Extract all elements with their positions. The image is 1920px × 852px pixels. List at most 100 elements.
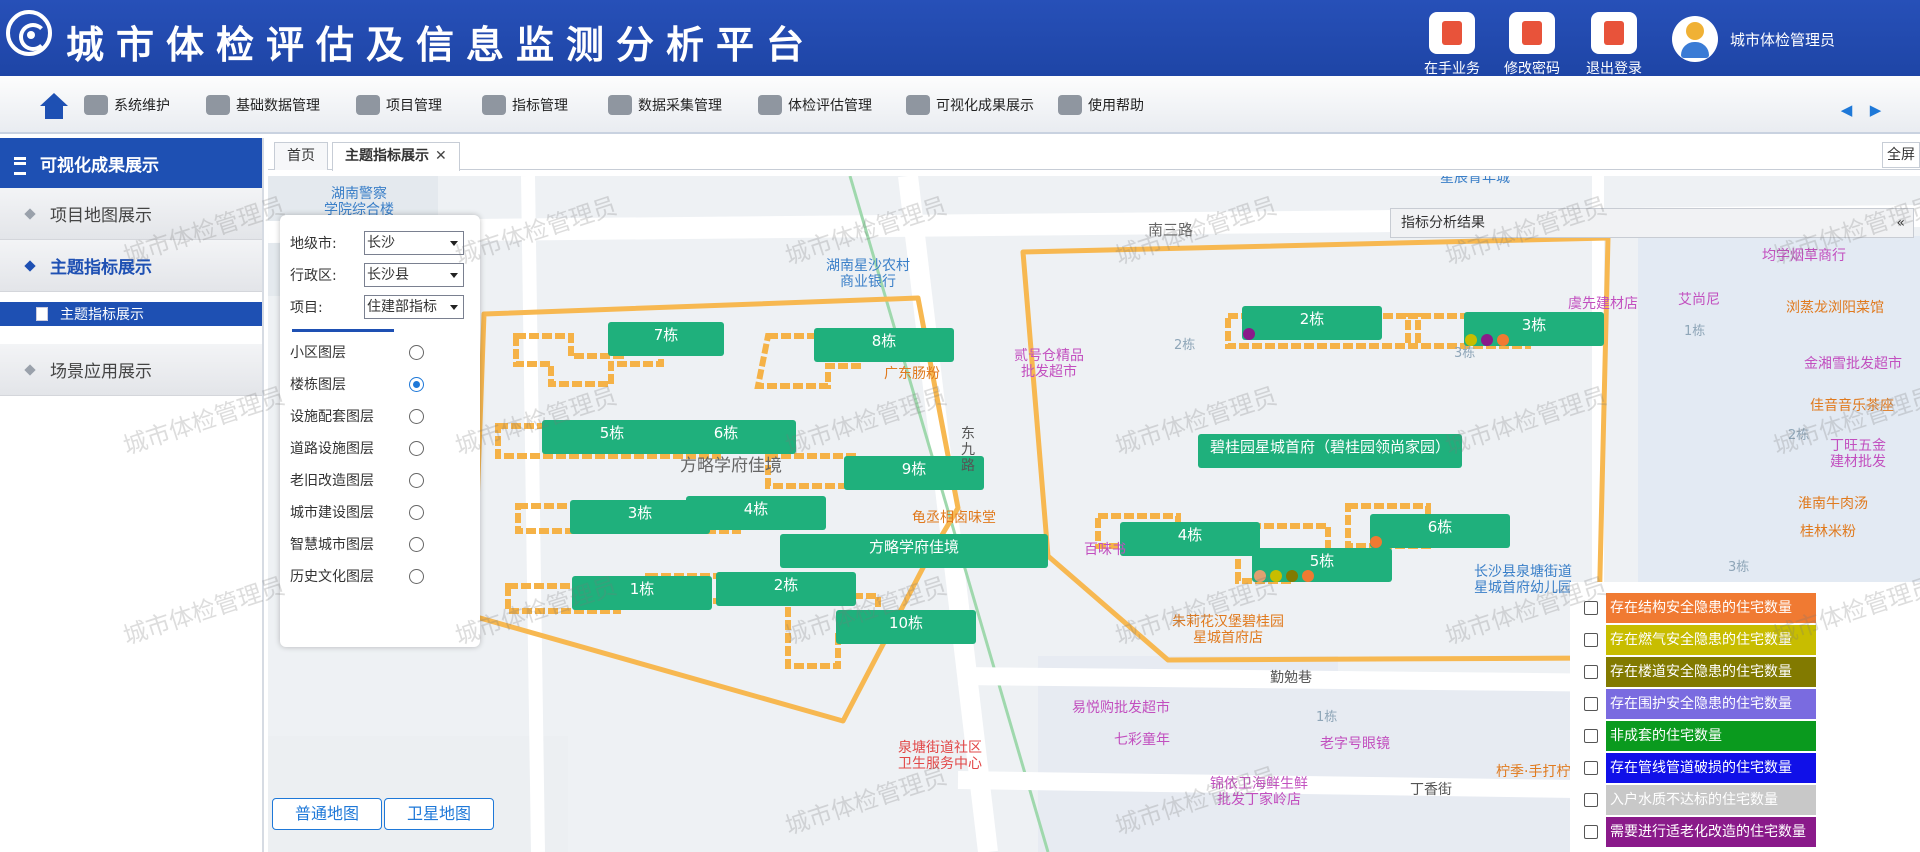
indicator-item[interactable]: 存在结构安全隐患的住宅数量	[1570, 592, 1920, 624]
indicator-marker[interactable]	[1286, 570, 1298, 582]
radio-button[interactable]	[409, 344, 424, 360]
nav-help[interactable]: 使用帮助	[1058, 76, 1144, 134]
checkbox[interactable]	[1584, 665, 1598, 679]
nav-visualization[interactable]: 可视化成果展示	[906, 76, 1034, 134]
indicator-marker[interactable]	[1465, 334, 1477, 346]
indicator-marker[interactable]	[1497, 334, 1509, 346]
tab-home[interactable]: 首页	[274, 142, 328, 170]
nav-basic-data[interactable]: 基础数据管理	[206, 76, 320, 134]
checkbox[interactable]	[1584, 729, 1598, 743]
logout-icon	[1591, 12, 1637, 54]
building-label[interactable]: 4栋	[686, 496, 826, 530]
checkbox[interactable]	[1584, 601, 1598, 615]
building-label[interactable]: 6栋	[1370, 514, 1510, 548]
nav-data-collection[interactable]: 数据采集管理	[608, 76, 722, 134]
indicator-item[interactable]: 需要进行适老化改造的住宅数量	[1570, 816, 1920, 848]
nav-assessment[interactable]: 体检评估管理	[758, 76, 872, 134]
logout-button[interactable]: 退出登录	[1578, 12, 1650, 78]
building-label[interactable]: 10栋	[836, 610, 976, 644]
indicator-item[interactable]: 存在管线管道破损的住宅数量	[1570, 752, 1920, 784]
building-label[interactable]: 7栋	[608, 322, 724, 356]
checkbox[interactable]	[1584, 825, 1598, 839]
home-icon[interactable]	[40, 93, 68, 119]
poi-label: 湖南星沙农村 商业银行	[826, 258, 910, 290]
fullscreen-button[interactable]: 全屏	[1882, 142, 1920, 168]
building-label[interactable]: 方略学府佳境	[780, 534, 1048, 568]
building-label[interactable]: 2栋	[1242, 306, 1382, 340]
change-password-button[interactable]: 修改密码	[1496, 12, 1568, 78]
poi-label: 易悦购批发超市	[1072, 700, 1170, 716]
logout-label: 退出登录	[1586, 61, 1642, 77]
layer-option-construction[interactable]: 城市建设图层	[290, 496, 470, 528]
indicator-marker[interactable]	[1270, 570, 1282, 582]
main-nav: 系统维护 基础数据管理 项目管理 指标管理 数据采集管理 体检评估管理 可视化成…	[0, 76, 1920, 134]
layer-option-facility[interactable]: 设施配套图层	[290, 400, 470, 432]
indicator-marker[interactable]	[1243, 328, 1255, 340]
indicator-marker[interactable]	[1481, 334, 1493, 346]
poi-label: 锦依卫海鲜生鲜 批发丁家岭店	[1210, 776, 1308, 808]
indicator-item[interactable]: 存在围护安全隐患的住宅数量	[1570, 688, 1920, 720]
building-label[interactable]: 1栋	[572, 576, 712, 610]
sidebar-item-scenario[interactable]: 场景应用展示	[0, 344, 262, 396]
indicator-item[interactable]: 非成套的住宅数量	[1570, 720, 1920, 752]
layer-option-road[interactable]: 道路设施图层	[290, 432, 470, 464]
poi-label: 浏蒸龙浏阳菜馆	[1786, 300, 1884, 316]
radio-button[interactable]	[409, 504, 424, 520]
satellite-map-button[interactable]: 卫星地图	[384, 798, 494, 830]
building-label[interactable]: 6栋	[656, 420, 796, 454]
building-label[interactable]: 2栋	[716, 572, 856, 606]
radio-button-selected[interactable]	[409, 376, 424, 392]
normal-map-button[interactable]: 普通地图	[272, 798, 382, 830]
layer-option-community[interactable]: 小区图层	[290, 336, 470, 368]
poi-label: 佳音音乐茶座	[1810, 398, 1894, 414]
layer-option-smart-city[interactable]: 智慧城市图层	[290, 528, 470, 560]
user-menu[interactable]: 城市体检管理员	[1672, 16, 1835, 62]
radio-button[interactable]	[409, 568, 424, 584]
indicator-marker[interactable]	[1370, 536, 1382, 548]
radio-button[interactable]	[409, 536, 424, 552]
city-select[interactable]: 长沙	[364, 231, 464, 255]
collapse-icon[interactable]: «	[1896, 209, 1905, 237]
app-title: 城市体检评估及信息监测分析平台	[66, 22, 817, 67]
checkbox[interactable]	[1584, 633, 1598, 647]
nav-indicator-management[interactable]: 指标管理	[482, 76, 568, 134]
building-label[interactable]: 4栋	[1120, 522, 1260, 556]
indicator-marker[interactable]	[1302, 570, 1314, 582]
layer-option-building[interactable]: 楼栋图层	[290, 368, 470, 400]
poi-label: 朱莉花汉堡碧桂园 星城首府店	[1172, 614, 1284, 646]
building-label[interactable]: 碧桂园星城首府（碧桂园领尚家园）	[1198, 434, 1462, 468]
nav-system-maintenance[interactable]: 系统维护	[84, 76, 170, 134]
building-label[interactable]: 8栋	[814, 328, 954, 362]
sidebar-subitem-theme-indicators[interactable]: 主题指标展示	[0, 302, 262, 326]
indicator-marker[interactable]	[1254, 570, 1266, 582]
indicator-item[interactable]: 入户水质不达标的住宅数量	[1570, 784, 1920, 816]
close-icon[interactable]: ✕	[435, 148, 447, 164]
sidebar-item-project-map[interactable]: 项目地图展示	[0, 188, 262, 240]
analysis-result-title: 指标分析结果	[1401, 215, 1485, 231]
radio-button[interactable]	[409, 440, 424, 456]
layer-option-history[interactable]: 历史文化图层	[290, 560, 470, 592]
indicator-item[interactable]: 存在楼道安全隐患的住宅数量	[1570, 656, 1920, 688]
poi-label: 艾尚尼	[1678, 292, 1720, 308]
poi-label: 虞先建材店	[1568, 296, 1638, 312]
district-select[interactable]: 长沙县	[364, 263, 464, 287]
nav-scroll-left-icon[interactable]: ◀	[1832, 98, 1861, 122]
checkbox[interactable]	[1584, 793, 1598, 807]
checkbox[interactable]	[1584, 761, 1598, 775]
tab-theme-indicators[interactable]: 主题指标展示 ✕	[332, 142, 460, 171]
indicator-item[interactable]: 存在燃气安全隐患的住宅数量	[1570, 624, 1920, 656]
project-select[interactable]: 住建部指标	[364, 295, 464, 319]
poi-label: 星辰青年城	[1440, 176, 1510, 186]
city-label: 地级市:	[290, 236, 337, 252]
radio-button[interactable]	[409, 472, 424, 488]
in-hand-business-label: 在手业务	[1424, 61, 1480, 77]
radio-button[interactable]	[409, 408, 424, 424]
layer-option-renovation[interactable]: 老旧改造图层	[290, 464, 470, 496]
sidebar-item-theme-indicators[interactable]: 主题指标展示	[0, 240, 262, 292]
checkbox[interactable]	[1584, 697, 1598, 711]
in-hand-business-button[interactable]: 在手业务	[1416, 12, 1488, 78]
app-header: 城市体检评估及信息监测分析平台 在手业务 修改密码 退出登录 城市体检管理员	[0, 0, 1920, 78]
nav-scroll-arrows: ◀ ▶	[1832, 98, 1890, 122]
nav-scroll-right-icon[interactable]: ▶	[1861, 98, 1890, 122]
nav-project-management[interactable]: 项目管理	[356, 76, 442, 134]
